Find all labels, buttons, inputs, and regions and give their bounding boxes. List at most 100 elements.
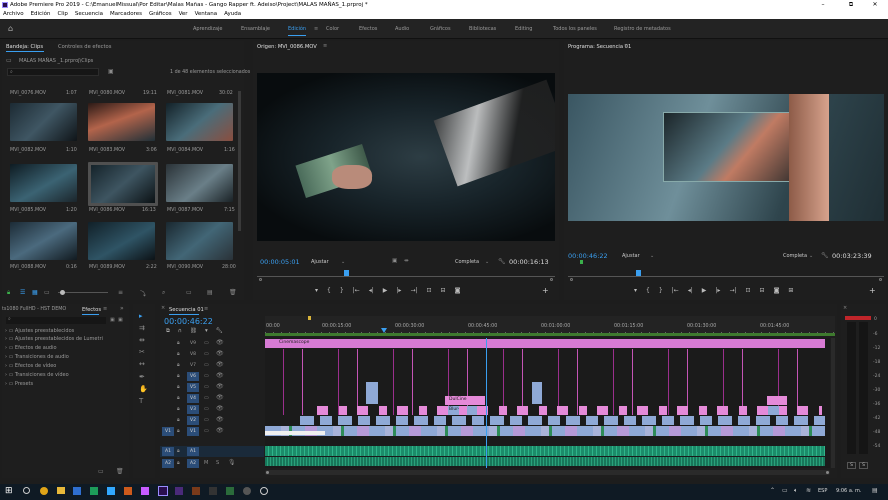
app-icon[interactable] <box>209 487 217 495</box>
ws-metadatos[interactable]: Registro de metadatos <box>614 19 671 39</box>
program-quality-select[interactable]: Completa <box>783 253 807 259</box>
menu-ver[interactable]: Ver <box>179 10 188 19</box>
track-area[interactable]: Cinemascope DulCine Blur-V <box>265 338 830 468</box>
automate-icon[interactable]: ⤵ <box>140 289 146 298</box>
play-icon[interactable]: ▶ <box>702 287 707 294</box>
source-patch[interactable]: V1 <box>162 427 174 436</box>
effects-menu-icon[interactable]: ≡ <box>103 306 107 312</box>
sync-icon[interactable]: ▭ <box>204 351 209 357</box>
32bit-icon[interactable]: ▣ <box>118 317 123 323</box>
new-bin-bottom-icon[interactable]: ▭ <box>186 289 192 296</box>
quality-dropdown-icon[interactable]: ⌄ <box>485 259 489 265</box>
effects-item[interactable]: › ▭ Presets <box>5 381 33 387</box>
step-forward-icon[interactable]: |▸ <box>396 287 401 294</box>
find-icon[interactable]: ⌕ <box>162 289 165 297</box>
mark-in-icon[interactable]: { <box>327 287 331 294</box>
trash-icon[interactable]: 🗑︎ <box>116 468 124 475</box>
step-back-icon[interactable]: ◂| <box>369 287 374 294</box>
menu-archivo[interactable]: Archivo <box>3 10 24 19</box>
search-input[interactable]: ⌕ <box>7 68 99 76</box>
eye-icon[interactable]: 👁︎ <box>216 339 224 346</box>
app-icon[interactable] <box>243 487 251 495</box>
step-forward-icon[interactable]: |▸ <box>715 287 720 294</box>
clip-thumbnail-selected[interactable] <box>88 162 158 206</box>
voiceover-icon[interactable]: 🎙︎ <box>228 459 236 466</box>
track-name[interactable]: V8 <box>187 350 199 359</box>
program-fit-select[interactable]: Ajustar <box>622 253 640 259</box>
menu-graficos[interactable]: Gráficos <box>149 10 172 19</box>
settings-wrench-icon[interactable]: 🔧︎ <box>498 258 506 265</box>
ws-bibliotecas[interactable]: Bibliotecas <box>469 19 496 39</box>
eye-icon[interactable]: 👁︎ <box>216 405 224 412</box>
insert-icon[interactable]: ⊡ <box>427 287 432 294</box>
source-playhead[interactable] <box>344 270 349 276</box>
menu-clip[interactable]: Clip <box>57 10 67 19</box>
project-scrollbar[interactable] <box>238 91 241 231</box>
title-clip[interactable] <box>767 396 787 405</box>
playhead-handle[interactable] <box>381 328 387 333</box>
program-scroll-start[interactable] <box>570 278 573 281</box>
program-quality-dropdown-icon[interactable]: ⌄ <box>809 253 813 259</box>
eye-icon[interactable]: 👁︎ <box>216 350 224 357</box>
camera-icon[interactable]: ◙ <box>774 287 780 294</box>
solo-right-button[interactable]: S <box>859 462 868 469</box>
v1-clips[interactable] <box>265 426 825 436</box>
linked-icon[interactable]: ⛓ <box>190 328 197 335</box>
lock-icon[interactable]: 🔒︎ <box>177 448 180 454</box>
eye-icon[interactable]: 👁︎ <box>216 383 224 390</box>
effects-item[interactable]: › ▭ Transiciones de vídeo <box>5 372 69 378</box>
new-item-icon[interactable]: ▤ <box>207 289 213 296</box>
program-timecode[interactable]: 00:00:46:22 <box>568 252 608 260</box>
list-view-icon[interactable]: ☰ <box>20 289 25 296</box>
sync-icon[interactable]: ▭ <box>204 428 209 434</box>
program-fit-dropdown-icon[interactable]: ⌄ <box>650 253 654 259</box>
icon-view-icon[interactable]: ▦ <box>32 289 38 296</box>
eye-icon[interactable]: 👁︎ <box>216 427 224 434</box>
sync-icon[interactable]: ▭ <box>204 362 209 368</box>
ws-color[interactable]: Color <box>326 19 339 39</box>
timeline-menu-icon[interactable]: ≡ <box>204 306 208 312</box>
ws-audio[interactable]: Audio <box>395 19 409 39</box>
audio-clip-a2[interactable] <box>265 457 825 466</box>
source-video[interactable] <box>257 73 555 241</box>
mark-in-icon[interactable]: { <box>646 287 650 294</box>
solo-left-button[interactable]: S <box>847 462 856 469</box>
effects-item[interactable]: › ▭ Efectos de audio <box>5 345 57 351</box>
effects-search-input[interactable]: ⌕ <box>6 316 106 324</box>
program-scroll-end[interactable] <box>879 278 882 281</box>
accelerated-icon[interactable]: ▣ <box>110 317 115 323</box>
track-name[interactable]: V6 <box>187 372 199 381</box>
track-name[interactable]: V5 <box>187 383 199 392</box>
source-scroll-start[interactable] <box>259 278 262 281</box>
clip-thumbnail[interactable] <box>166 103 233 141</box>
sync-icon[interactable]: ▭ <box>204 373 209 379</box>
program-marker[interactable] <box>580 260 583 264</box>
file-explorer-icon[interactable] <box>57 487 65 494</box>
program-wrench-icon[interactable]: 🔧︎ <box>821 252 829 259</box>
snap-icon[interactable]: ∩ <box>178 328 182 335</box>
source-scroll-end[interactable] <box>550 278 553 281</box>
home-icon[interactable]: ⌂ <box>8 24 13 33</box>
sync-icon[interactable]: ▭ <box>204 340 209 346</box>
hand-tool-icon[interactable]: ✋ <box>139 385 148 393</box>
clip-thumbnail[interactable] <box>10 164 77 202</box>
slip-tool-icon[interactable]: ↔ <box>139 360 145 368</box>
sync-icon[interactable]: ▭ <box>204 395 209 401</box>
language-indicator[interactable]: ESP <box>818 488 827 494</box>
title-clip[interactable]: DulCine <box>445 396 485 405</box>
menu-secuencia[interactable]: Secuencia <box>75 10 103 19</box>
ripple-edit-tool-icon[interactable]: ⇹ <box>139 336 145 344</box>
after-effects-icon[interactable] <box>141 487 149 495</box>
eye-icon[interactable]: 👁︎ <box>216 372 224 379</box>
media-encoder-icon[interactable] <box>175 487 183 495</box>
illustrator-icon[interactable] <box>192 487 200 495</box>
track-name[interactable]: V1 <box>187 427 199 436</box>
mark-out-icon[interactable]: } <box>659 287 663 294</box>
tab-controles-efectos[interactable]: Controles de efectos <box>58 41 111 53</box>
sync-icon[interactable]: ▭ <box>204 417 209 423</box>
audio-source-patch[interactable]: A1 <box>162 447 174 456</box>
lock-icon[interactable]: 🔒︎ <box>177 373 180 379</box>
app-icon[interactable] <box>260 487 268 495</box>
ws-ensamblaje[interactable]: Ensamblaje <box>241 19 270 39</box>
lock-icon[interactable]: 🔒︎ <box>177 384 180 390</box>
